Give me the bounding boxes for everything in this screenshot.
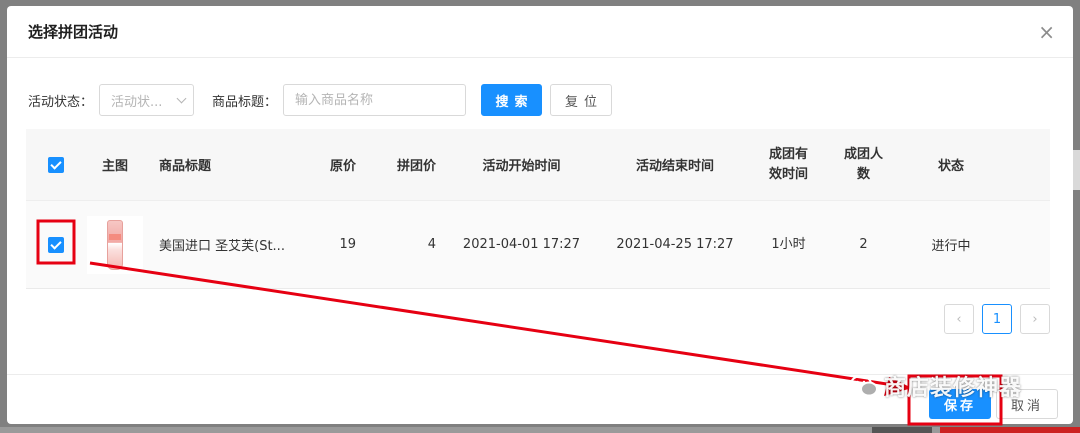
header-valid-time-line1: 成团有 [768,146,808,162]
close-icon[interactable]: × [1038,22,1055,42]
dialog-header: 选择拼团活动 × [7,6,1073,58]
table-row[interactable]: 美国进口 圣艾芙(St... 19 4 2021-04-01 17:27 202… [26,201,1050,289]
header-image: 主图 [101,159,128,174]
select-group-buy-dialog: 选择拼团活动 × 活动状态： 活动状... 商品标题： 搜索 复位 主图 商品标… [7,6,1073,424]
watermark: 商店装修神器 [850,370,1022,402]
row-status: 进行中 [931,239,971,254]
next-page-button[interactable]: › [1020,304,1050,334]
row-price: 19 [339,237,356,252]
header-start-time: 活动开始时间 [482,159,561,174]
reset-button[interactable]: 复位 [550,84,613,116]
header-group-size-line2: 数 [856,166,870,182]
status-select[interactable]: 活动状... [99,84,195,116]
filter-bar: 活动状态： 活动状... 商品标题： 搜索 复位 [28,84,613,116]
header-group-size-line1: 成团人 [843,146,883,162]
row-end-time: 2021-04-25 17:27 [616,237,734,252]
header-price: 原价 [329,159,356,174]
header-valid-time-line2: 效时间 [768,166,808,182]
header-group-price: 拼团价 [396,159,436,174]
row-group-size: 2 [859,236,868,252]
group-buy-table: 主图 商品标题 原价 拼团价 活动开始时间 活动结束时间 成团有 效时间 成团人… [26,129,1050,289]
pagination: ‹ 1 › [944,304,1050,334]
search-button[interactable]: 搜索 [481,84,543,116]
backdrop-page-edge [1072,150,1080,190]
header-end-time: 活动结束时间 [635,159,714,174]
header-group-size: 成团人 数 [826,145,901,185]
row-title: 美国进口 圣艾芙(St... [159,239,285,254]
product-title-input[interactable] [283,84,467,116]
row-valid-time: 1小时 [771,236,806,252]
select-all-checkbox[interactable] [48,156,64,173]
product-tube-label [109,233,121,240]
row-checkbox[interactable] [48,236,64,253]
table-header: 主图 商品标题 原价 拼团价 活动开始时间 活动结束时间 成团有 效时间 成团人… [26,129,1050,201]
backdrop-bottom-text [872,427,932,433]
header-title: 商品标题 [159,159,212,174]
wechat-icon [850,375,878,397]
status-select-placeholder: 活动状... [111,94,163,110]
status-filter-label: 活动状态： [28,94,94,110]
product-image [87,215,143,274]
watermark-text: 商店装修神器 [884,376,1023,401]
header-valid-time: 成团有 效时间 [751,145,826,185]
chevron-down-icon [176,93,187,103]
title-filter-label: 商品标题： [212,94,278,110]
dialog-title: 选择拼团活动 [28,23,119,41]
page-1-button[interactable]: 1 [982,304,1012,334]
row-start-time: 2021-04-01 17:27 [462,237,581,252]
row-group-price: 4 [427,237,436,252]
header-status: 状态 [937,159,964,174]
product-tube-shape [107,219,123,270]
prev-page-button[interactable]: ‹ [944,304,974,334]
backdrop-bottom-red-button [940,427,1080,433]
